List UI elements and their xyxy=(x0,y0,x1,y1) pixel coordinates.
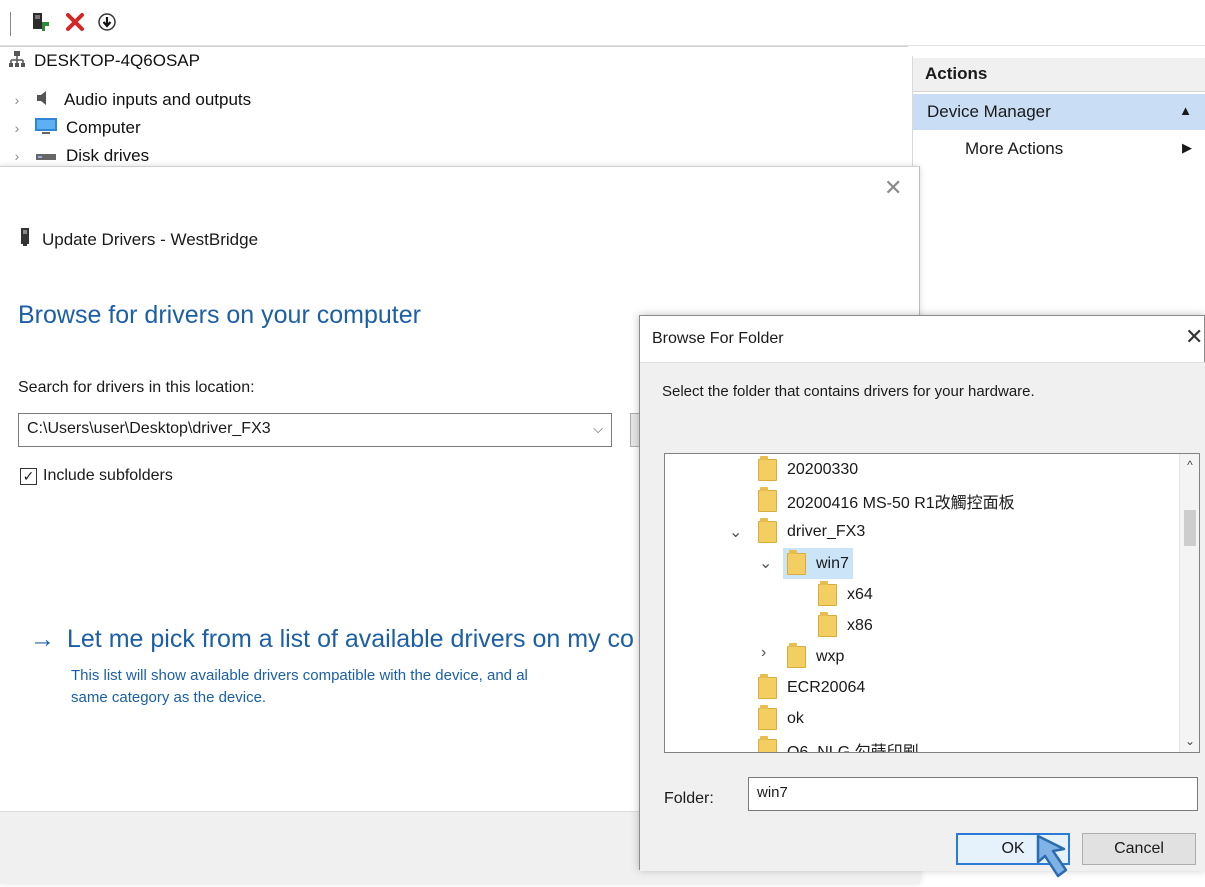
actions-header: Actions xyxy=(913,58,1205,92)
uninstall-icon[interactable] xyxy=(64,10,86,34)
chevron-right-icon[interactable]: › xyxy=(10,120,24,136)
collapse-up-icon[interactable]: ▲ xyxy=(1179,103,1192,118)
checkbox-checked-icon[interactable]: ✓ xyxy=(20,467,37,485)
actions-more-actions[interactable]: More Actions ▶ xyxy=(913,132,1205,166)
mouse-pointer-icon xyxy=(1024,832,1084,887)
folder-node-label: driver_FX3 xyxy=(787,522,866,540)
tree-item-label: Audio inputs and outputs xyxy=(64,90,252,109)
folder-icon xyxy=(758,486,777,512)
dialog-body: Select the folder that contains drivers … xyxy=(640,362,1205,871)
wizard-title: Update Drivers - WestBridge xyxy=(20,227,258,252)
actions-device-manager-label: Device Manager xyxy=(927,102,1051,121)
pick-from-list-label: Let me pick from a list of available dri… xyxy=(67,625,634,653)
disable-device-icon[interactable] xyxy=(96,10,118,34)
folder-tree[interactable]: 20200330 20200416 MS-50 R1改觸控面板 ⌄ driver… xyxy=(664,453,1200,753)
folder-node-label: Q6_NLG 勾蒔印刷 xyxy=(787,743,919,753)
tree-item-label: Computer xyxy=(66,118,141,137)
speaker-icon xyxy=(34,89,54,112)
device-tree: DESKTOP-4Q6OSAP › Audio inputs and outpu… xyxy=(0,46,908,176)
folder-node-label: wxp xyxy=(816,647,845,665)
folder-input[interactable]: win7 xyxy=(748,777,1198,811)
ok-button-label: OK xyxy=(1001,840,1025,857)
folder-node[interactable]: 20200330 xyxy=(758,454,858,485)
tree-item-label: Disk drives xyxy=(66,146,150,165)
folder-icon xyxy=(787,642,806,668)
folder-input-value: win7 xyxy=(757,784,788,801)
toolbar-separator xyxy=(10,12,11,36)
cancel-button-label: Cancel xyxy=(1114,840,1164,857)
folder-node[interactable]: x86 xyxy=(818,610,873,641)
folder-node-win7-selected[interactable]: win7 xyxy=(783,548,853,579)
pick-from-list-description: This list will show available drivers co… xyxy=(71,665,651,709)
wizard-title-text: Update Drivers - WestBridge xyxy=(42,229,259,249)
folder-node[interactable]: x64 xyxy=(818,579,873,610)
submenu-arrow-icon: ▶ xyxy=(1182,140,1192,155)
folder-icon xyxy=(758,455,777,481)
folder-node-label: 20200416 MS-50 R1改觸控面板 xyxy=(787,494,1015,512)
cancel-button[interactable]: Cancel xyxy=(1082,833,1196,865)
folder-node[interactable]: wxp xyxy=(787,641,844,672)
folder-icon xyxy=(818,580,837,606)
folder-node-driver-fx3[interactable]: driver_FX3 xyxy=(758,516,865,547)
computer-network-icon xyxy=(8,50,26,73)
chevron-right-icon[interactable]: › xyxy=(10,148,24,164)
pick-from-list-link[interactable]: → Let me pick from a list of available d… xyxy=(30,625,634,654)
folder-node-label: 20200330 xyxy=(787,460,859,478)
folder-node-label: ECR20064 xyxy=(787,678,866,696)
dialog-title: Browse For Folder xyxy=(652,330,784,347)
browse-for-folder-dialog: Browse For Folder ✕ Select the folder th… xyxy=(639,315,1205,871)
folder-node[interactable]: ok xyxy=(758,703,804,734)
folder-icon xyxy=(758,735,777,752)
actions-more-label: More Actions xyxy=(965,139,1064,158)
device-icon xyxy=(20,227,30,252)
update-driver-icon[interactable] xyxy=(30,10,52,34)
close-icon[interactable]: ✕ xyxy=(1185,324,1203,350)
pick-desc-line-1: This list will show available drivers co… xyxy=(71,667,528,684)
folder-node-label: ok xyxy=(787,709,804,727)
chevron-down-icon[interactable]: ⌄ xyxy=(759,553,772,573)
dialog-instruction: Select the folder that contains drivers … xyxy=(662,383,1035,400)
driver-path-value: C:\Users\user\Desktop\driver_FX3 xyxy=(27,420,271,437)
chevron-right-icon[interactable]: › xyxy=(761,644,766,662)
toolbar xyxy=(0,0,1205,46)
actions-device-manager[interactable]: Device Manager ▲ xyxy=(913,94,1205,130)
folder-node[interactable]: Q6_NLG 勾蒔印刷 xyxy=(758,734,919,753)
folder-icon xyxy=(758,517,777,543)
include-subfolders-label: Include subfolders xyxy=(43,467,173,484)
folder-icon xyxy=(758,673,777,699)
tree-root-computer[interactable]: DESKTOP-4Q6OSAP xyxy=(8,47,200,75)
scroll-up-icon[interactable]: ^ xyxy=(1180,458,1199,472)
chevron-down-icon[interactable]: ⌵ xyxy=(593,421,603,437)
scrollbar-thumb[interactable] xyxy=(1184,510,1196,546)
tree-item-audio[interactable]: › Audio inputs and outputs xyxy=(10,86,252,114)
monitor-icon xyxy=(34,117,60,140)
folder-icon xyxy=(758,704,777,730)
folder-icon xyxy=(787,549,806,575)
search-location-label: Search for drivers in this location: xyxy=(18,379,255,396)
pick-desc-line-2: same category as the device. xyxy=(71,689,267,706)
chevron-right-icon[interactable]: › xyxy=(10,92,24,108)
close-icon[interactable]: ✕ xyxy=(884,175,902,201)
folder-node[interactable]: ECR20064 xyxy=(758,672,865,703)
folder-node-label: win7 xyxy=(816,554,849,572)
disk-drive-icon xyxy=(34,145,60,168)
folder-node[interactable]: 20200416 MS-50 R1改觸控面板 xyxy=(758,485,1015,516)
chevron-down-icon[interactable]: ⌄ xyxy=(729,522,742,542)
wizard-heading: Browse for drivers on your computer xyxy=(18,301,421,329)
folder-label: Folder: xyxy=(664,790,714,807)
folder-node-label: x64 xyxy=(847,585,873,603)
tree-item-computer[interactable]: › Computer xyxy=(10,114,141,142)
computer-name: DESKTOP-4Q6OSAP xyxy=(34,51,200,70)
folder-icon xyxy=(818,611,837,637)
vertical-scrollbar[interactable]: ^ ⌄ xyxy=(1179,454,1199,752)
driver-path-input[interactable]: C:\Users\user\Desktop\driver_FX3 ⌵ xyxy=(18,413,612,447)
scroll-down-icon[interactable]: ⌄ xyxy=(1180,734,1199,748)
folder-node-label: x86 xyxy=(847,616,873,634)
include-subfolders-checkbox[interactable]: ✓ Include subfolders xyxy=(20,467,173,485)
arrow-right-icon: → xyxy=(30,625,55,653)
